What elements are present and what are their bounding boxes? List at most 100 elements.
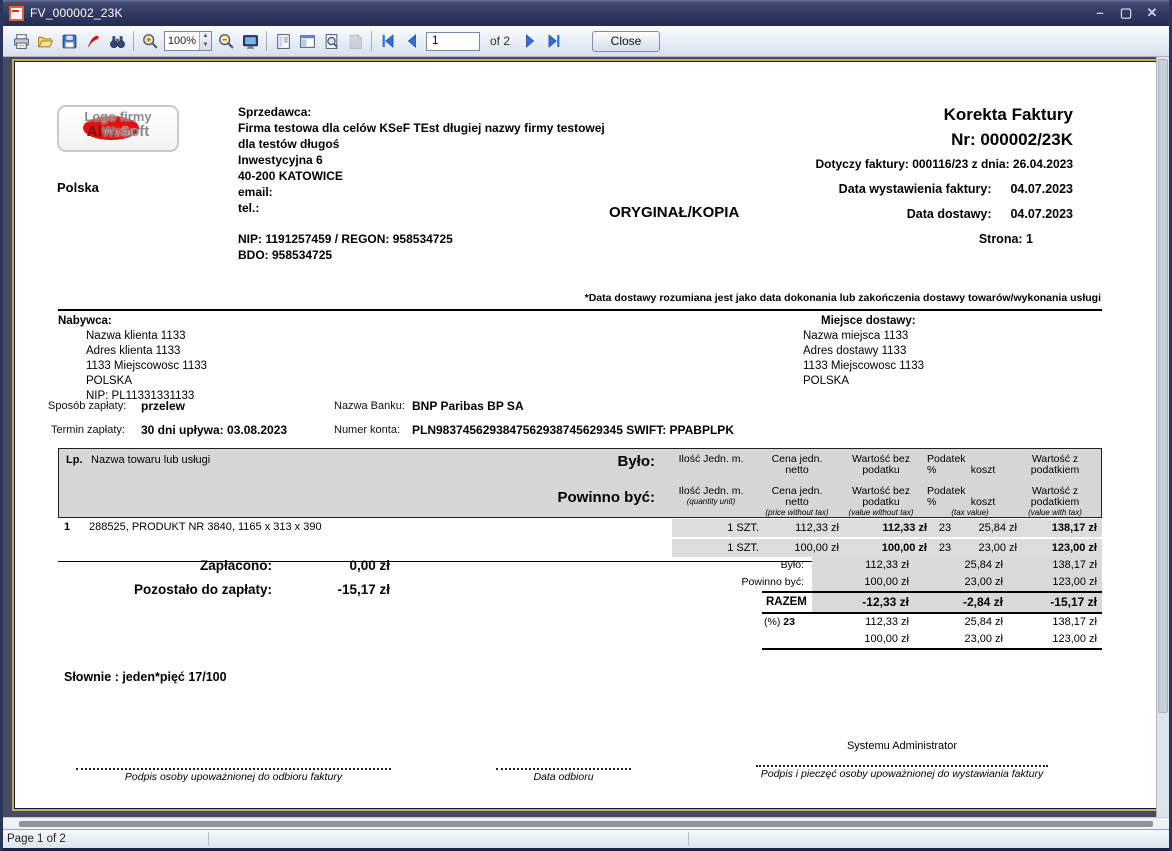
prev-page-button[interactable] [400, 29, 424, 53]
seller-street: Inwestycyjna 6 [238, 152, 605, 168]
signature-date-caption: Data odbioru [496, 771, 631, 783]
close-window-icon[interactable]: ✕ [1139, 4, 1165, 22]
pdf-export-button[interactable] [81, 29, 105, 53]
vertical-scrollbar-thumb[interactable] [1158, 59, 1168, 713]
next-page-button[interactable] [518, 29, 542, 53]
document-page: Alta-Soft Logo firmy Wzór Polska Sprzeda… [14, 61, 1158, 809]
due-value: -15,17 zł [272, 582, 390, 597]
buyer-country: POLSKA [86, 374, 207, 389]
buyer-name: Nazwa klienta 1133 [86, 329, 207, 344]
logo-overlay-line1: Logo firmy [59, 109, 177, 124]
summary-was-label: Było: [682, 557, 812, 574]
minimize-icon[interactable]: – [1087, 4, 1113, 22]
last-page-button[interactable] [542, 29, 566, 53]
signature-recipient-caption: Podpis osoby upoważnionej do odbioru fak… [76, 771, 391, 783]
page-setup-button[interactable] [271, 29, 295, 53]
page-count-label: of 2 [490, 34, 510, 48]
first-page-icon [380, 33, 396, 49]
horizontal-scrollbar-thumb[interactable] [19, 821, 1153, 827]
vat-label: (%) [764, 616, 780, 628]
col-name-header: Nazwa towaru lub usługi [91, 454, 210, 466]
fit-screen-button[interactable] [238, 29, 262, 53]
seller-heading: Sprzedawca: [238, 104, 605, 120]
preview-icon [323, 33, 340, 50]
delivery-date-value: 04.07.2023 [995, 207, 1073, 221]
zoom-spinner-arrows[interactable]: ▲▼ [199, 32, 211, 50]
signature-issuer: Systemu Administrator Podpis i pieczęć o… [756, 740, 1048, 780]
signature-recipient: Podpis osoby upoważnionej do odbioru fak… [76, 756, 391, 783]
app-icon [9, 6, 24, 21]
amount-in-words: Słownie : jeden*pięć 17/100 [64, 670, 227, 684]
seller-name-line2: dla testów długoś [238, 136, 605, 152]
issuer-name: Systemu Administrator [756, 740, 1048, 752]
open-folder-icon [37, 33, 54, 50]
page-number-input[interactable] [426, 32, 480, 51]
last-page-icon [546, 33, 562, 49]
horizontal-scrollbar[interactable] [3, 817, 1169, 829]
watermark-icon [347, 33, 364, 50]
zoom-out-icon [218, 33, 235, 50]
issue-date-label: Data wystawienia faktury: [839, 182, 992, 196]
summary-total-label: RAZEM [762, 593, 812, 612]
zoom-in-icon [142, 33, 159, 50]
prev-page-icon [404, 33, 420, 49]
preview-workspace: Alta-Soft Logo firmy Wzór Polska Sprzeda… [3, 57, 1169, 817]
close-button[interactable]: Close [592, 31, 660, 52]
payment-term-label: Termin zapłaty: [51, 424, 125, 436]
maximize-icon[interactable]: ▢ [1113, 4, 1139, 22]
signature-line [756, 753, 1048, 767]
col-lp-header: Lp. [66, 454, 83, 466]
printer-icon [13, 33, 30, 50]
first-page-button[interactable] [376, 29, 400, 53]
toolbar-separator [266, 31, 267, 51]
page-label: Strona: [979, 232, 1023, 246]
item-name: 288525, PRODUKT NR 3840, 1165 x 313 x 39… [89, 521, 322, 533]
payment-term-value: 30 dni upływa: 03.08.2023 [141, 423, 287, 437]
zoom-level-input[interactable]: 100% ▲▼ [164, 31, 212, 51]
thumbnails-icon [299, 33, 316, 50]
find-button[interactable] [105, 29, 129, 53]
invoice-reference: Dotyczy faktury: 000116/23 z dnia: 26.04… [816, 157, 1073, 171]
delivery-footnote: *Data dostawy rozumiana jest jako data d… [58, 292, 1101, 304]
thumbnails-button[interactable] [295, 29, 319, 53]
toolbar: 100% ▲▼ of 2 Close [3, 26, 1169, 57]
buyer-city: 1133 Miejscowosc 1133 [86, 359, 207, 374]
delivery-place-city: 1133 Miejscowosc 1133 [803, 359, 924, 374]
page-setup-icon [275, 33, 292, 50]
zoom-in-button[interactable] [138, 29, 162, 53]
open-button[interactable] [33, 29, 57, 53]
delivery-place-block: Miejsce dostawy: Nazwa miejsca 1133 Adre… [791, 314, 924, 389]
status-bar: Page 1 of 2 [3, 829, 1169, 848]
summary-should-label: Powinno być: [682, 574, 812, 591]
save-button[interactable] [57, 29, 81, 53]
col-tax-header: Podatek [925, 454, 1015, 465]
payment-method-label: Sposób zapłaty: [48, 400, 126, 412]
items-table-header: Lp. Nazwa towaru lub usługi Było: Ilość … [58, 448, 1102, 518]
seller-nip: NIP: 1191257459 / REGON: 958534725 [238, 231, 605, 247]
seller-block: Sprzedawca: Firma testowa dla celów KSeF… [238, 104, 605, 263]
print-button[interactable] [9, 29, 33, 53]
signature-date: Data odbioru [496, 756, 631, 783]
seller-city: 40-200 KATOWICE [238, 168, 605, 184]
next-page-icon [522, 33, 538, 49]
delivery-date-label: Data dostawy: [907, 207, 992, 221]
item-was-values: 1 SZT. 112,33 zł 112,33 zł 23 25,84 zł 1… [672, 519, 1102, 537]
signature-issuer-caption: Podpis i pieczęć osoby upoważnionej do w… [756, 768, 1048, 780]
fit-screen-icon [242, 33, 259, 50]
buyer-block: Nabywca: Nazwa klienta 1133 Adres klient… [58, 314, 207, 404]
seller-name-line1: Firma testowa dla celów KSeF TEst długie… [238, 120, 605, 136]
bank-name-label: Nazwa Banku: [334, 400, 405, 412]
zoom-out-button[interactable] [214, 29, 238, 53]
invoice-header: Korekta Faktury Nr: 000002/23K Dotyczy f… [816, 102, 1073, 246]
issue-date-value: 04.07.2023 [995, 182, 1073, 196]
signature-line [496, 756, 631, 770]
invoice-number: Nr: 000002/23K [816, 127, 1073, 152]
account-number-label: Numer konta: [334, 424, 400, 436]
toolbar-separator [371, 31, 372, 51]
paid-label: Zapłacono: [90, 558, 272, 573]
window-title: FV_000002_23K [30, 6, 123, 20]
preview-button[interactable] [319, 29, 343, 53]
vertical-scrollbar[interactable] [1156, 57, 1169, 817]
status-separator [208, 832, 209, 846]
seller-email: email: [238, 184, 605, 200]
